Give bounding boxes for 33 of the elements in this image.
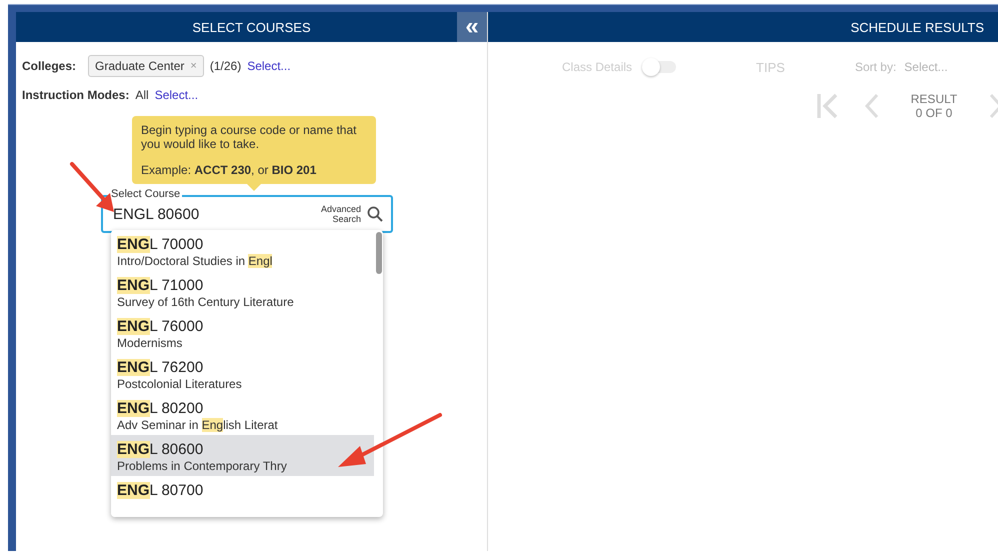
advanced-search-link[interactable]: Advanced Search <box>313 204 361 224</box>
course-name: Postcolonial Literatures <box>117 377 243 391</box>
select-link[interactable]: Select... <box>154 88 198 102</box>
colleges-label: Colleges: <box>22 59 76 73</box>
course-code: ENGL 80200 <box>117 400 204 417</box>
panel-title: SCHEDULE RESULTS <box>850 20 984 34</box>
chip-label: Graduate Center <box>95 59 184 73</box>
course-code: ENGL 71000 <box>117 277 204 294</box>
suggestion-item[interactable]: ENGL 70000 Intro/Doctoral Studies in Engl <box>111 230 374 271</box>
course-code: ENGL 76000 <box>117 318 204 335</box>
instruction-modes-label: Instruction Modes: <box>22 88 130 102</box>
course-code: ENGL 76200 <box>117 359 204 376</box>
result-count: 0 OF 0 <box>916 106 952 120</box>
suggestion-item[interactable]: ENGL 80700 <box>111 476 374 517</box>
instruction-modes-value: All <box>135 88 149 102</box>
course-code: ENGL 80700 <box>117 482 204 499</box>
tooltip-text: Begin typing a course code or name that you would like to take. <box>141 123 358 151</box>
course-name: Modernisms <box>117 336 184 350</box>
suggestion-item[interactable]: ENGL 80600 Problems in Contemporary Thry <box>111 435 374 476</box>
sort-label: Sort by: <box>854 60 896 74</box>
course-name: Adv Seminar in English Literat <box>117 418 279 432</box>
course-name: Survey of 16th Century Literature <box>117 295 295 309</box>
result-label: RESULT <box>910 92 958 106</box>
collapse-button[interactable]: « <box>457 12 487 42</box>
college-chip[interactable]: Graduate Center × <box>88 55 204 77</box>
panel-title: SELECT COURSES <box>192 20 311 34</box>
college-count: (1/26) <box>210 59 242 73</box>
course-code: ENGL 80600 <box>117 441 204 458</box>
tooltip-text: Example: ACCT 230, or BIO 201 <box>141 163 318 177</box>
course-name: Intro/Doctoral Studies in Engl <box>117 254 274 268</box>
course-name: Problems in Contemporary Thry <box>117 459 288 473</box>
course-code: ENGL 70000 <box>117 236 204 253</box>
select-link[interactable]: Select... <box>247 59 291 73</box>
